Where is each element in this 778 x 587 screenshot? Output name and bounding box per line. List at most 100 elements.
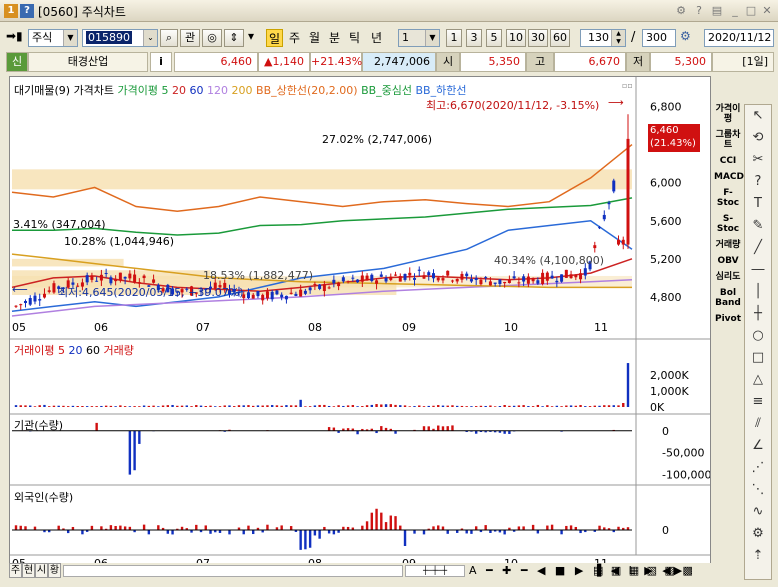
period-day[interactable]: 일	[266, 29, 283, 47]
dropdown-icon[interactable]: ▾	[248, 29, 254, 43]
tool-cci[interactable]: CCI	[714, 156, 742, 166]
interval-3[interactable]: 3	[466, 29, 482, 47]
chart-link-icon[interactable]: ◎	[202, 29, 222, 47]
tool-volume[interactable]: 거래량	[714, 240, 742, 250]
candle-body	[555, 280, 559, 283]
rectangle-icon[interactable]: □	[745, 347, 771, 369]
legend-bb-mid[interactable]: BB_중심선	[361, 84, 412, 97]
display-count-stepper[interactable]: 130 ▲ ▼	[580, 29, 626, 47]
interest-button[interactable]: 관	[180, 29, 200, 47]
search-icon[interactable]: ⌕	[160, 29, 178, 47]
candle-body	[446, 270, 450, 276]
tab-ju[interactable]: 주	[9, 563, 22, 578]
period-month[interactable]: 월	[306, 29, 323, 47]
help-icon[interactable]: ?	[20, 4, 34, 18]
stock-stepper[interactable]: ⇕	[224, 29, 244, 47]
tool-s-stoc[interactable]: S-Stoc	[714, 214, 742, 234]
volume-bar	[622, 403, 625, 407]
stock-code-input[interactable]: 015890 ⌄	[82, 29, 158, 47]
pencil-icon[interactable]: ✎	[745, 215, 771, 237]
low-label: 저	[626, 52, 650, 72]
interval-30[interactable]: 30	[528, 29, 548, 47]
tab-hyeon[interactable]: 현	[22, 563, 35, 578]
fan-icon[interactable]: ⋱	[745, 479, 771, 501]
window-pin-icon[interactable]: ▤	[708, 3, 726, 18]
refresh-icon[interactable]: ⟲	[745, 127, 771, 149]
wave-icon[interactable]: ∿	[745, 501, 771, 523]
text-icon[interactable]: T	[745, 193, 771, 215]
tool-obv[interactable]: OBV	[714, 256, 742, 266]
line-icon[interactable]: ╱	[745, 237, 771, 259]
circle-icon[interactable]: ○	[745, 325, 771, 347]
cross-icon[interactable]: ┼	[745, 303, 771, 325]
chevron-down-icon: ⌄	[143, 30, 157, 46]
legend-bb-upper[interactable]: BB_상한선(20,2.00)	[256, 84, 358, 97]
period-year[interactable]: 년	[368, 29, 385, 47]
date-input[interactable]: 2020/11/12	[704, 29, 774, 47]
market-select[interactable]: 주식 ▼	[28, 29, 78, 47]
total-count-input[interactable]: 300	[642, 29, 676, 47]
period-tick[interactable]: 틱	[346, 29, 363, 47]
period-week[interactable]: 주	[286, 29, 303, 47]
legend-ma20: 20	[172, 84, 187, 97]
window-gear-icon[interactable]: ⚙	[672, 3, 690, 18]
triangle-icon[interactable]: △	[745, 369, 771, 391]
legend-volume[interactable]: 거래량	[103, 344, 133, 357]
window-number-icon[interactable]: 1	[4, 4, 18, 18]
stepper-icon[interactable]: ▲ ▼	[611, 30, 625, 46]
legend-vp[interactable]: 대기매물(9)	[14, 84, 70, 97]
legend-bb-lower[interactable]: BB_하한선	[416, 84, 467, 97]
tab-hwang[interactable]: 황	[48, 563, 61, 578]
zoom-slider[interactable]: ┼─┼─┼	[405, 565, 465, 577]
tab-si[interactable]: 시	[35, 563, 48, 578]
tool-f-stoc[interactable]: F-Stoc	[714, 188, 742, 208]
volume-bar	[289, 405, 293, 407]
interval-10[interactable]: 10	[506, 29, 526, 47]
interval-60[interactable]: 60	[550, 29, 570, 47]
interval-5[interactable]: 5	[486, 29, 502, 47]
legend-price[interactable]: 가격차트	[74, 84, 114, 97]
question-icon[interactable]: ?	[745, 171, 771, 193]
volume-bar	[19, 405, 22, 407]
settings-icon[interactable]: ⚙	[680, 29, 691, 43]
delete-all-icon[interactable]: ✂	[745, 149, 771, 171]
period-minute[interactable]: 분	[326, 29, 343, 47]
legend-ma[interactable]: 가격이평	[118, 84, 158, 97]
volume-bar	[565, 405, 568, 407]
fibonacci-icon[interactable]: ≡	[745, 391, 771, 413]
candle-body	[356, 279, 360, 283]
tool-pivot[interactable]: Pivot	[714, 314, 742, 324]
angle-icon[interactable]: ∠	[745, 435, 771, 457]
cursor-icon[interactable]: ↖	[745, 105, 771, 127]
window-help-icon[interactable]: ?	[690, 3, 708, 18]
tool-price-ma[interactable]: 가격이평	[714, 104, 742, 124]
export-icons[interactable]: ▤ ▥ ▦ ▧ ▨ ▩	[593, 564, 695, 577]
foreigner-pane-title[interactable]: 외국인(수량)	[14, 489, 73, 505]
horizontal-scrollbar[interactable]	[63, 565, 403, 577]
arrow-up-icon[interactable]: ⇡	[745, 545, 771, 567]
horizontal-line-icon[interactable]: ―	[745, 259, 771, 281]
pane-controls-icon[interactable]: ▫▫	[622, 81, 642, 91]
channel-icon[interactable]: ⫽	[745, 413, 771, 435]
window-close-icon[interactable]: ✕	[758, 3, 776, 18]
foreign-bar	[432, 526, 435, 530]
vertical-line-icon[interactable]: │	[745, 281, 771, 303]
foreign-bar	[90, 525, 94, 530]
institution-pane-title[interactable]: 기관(수량)	[14, 417, 63, 433]
candle-body	[370, 274, 374, 281]
info-icon[interactable]: i	[150, 52, 172, 72]
tool-psychology[interactable]: 심리도	[714, 272, 742, 282]
interval-select[interactable]: 1 ▼	[398, 29, 440, 47]
candle-body	[488, 281, 492, 286]
interval-1[interactable]: 1	[446, 29, 462, 47]
chart-area[interactable]: 6,800 6,000 5,600 5,200 4,800 2,000K 1,000K 0K 0…	[9, 76, 711, 576]
auto-icon[interactable]: ⚙	[745, 523, 771, 545]
gann-icon[interactable]: ⋰	[745, 457, 771, 479]
volume-tick-label: 2,000K	[650, 369, 689, 382]
legend-vol-ma[interactable]: 거래이평	[14, 344, 54, 357]
tool-group-chart[interactable]: 그룹차트	[714, 130, 742, 150]
tool-bol-band[interactable]: Bol Band	[714, 288, 742, 308]
foreign-bar	[299, 530, 302, 550]
tool-macd[interactable]: MACD	[714, 172, 744, 182]
link-icon[interactable]: ➡▮	[6, 29, 23, 43]
